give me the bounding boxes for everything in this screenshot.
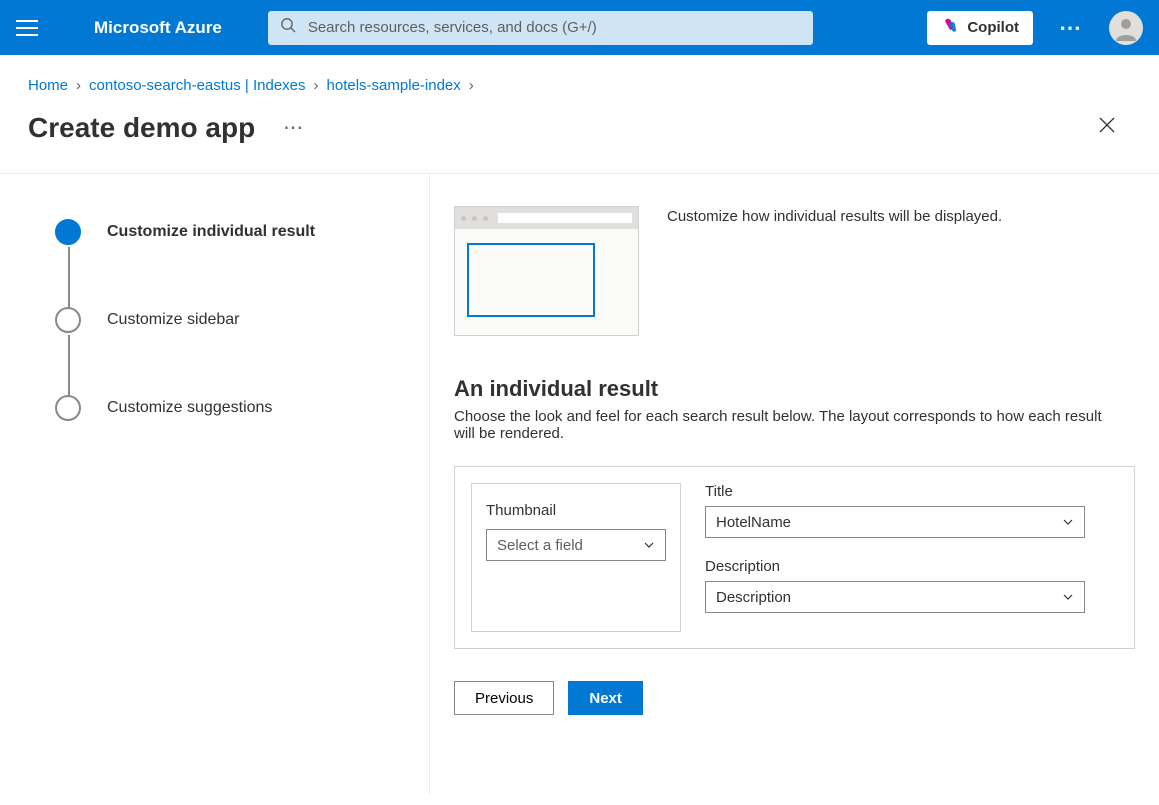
brand-label[interactable]: Microsoft Azure xyxy=(94,18,222,38)
breadcrumb-home[interactable]: Home xyxy=(28,77,68,94)
title-select[interactable]: HotelName xyxy=(705,506,1085,538)
chevron-right-icon: › xyxy=(76,77,81,94)
chevron-right-icon: › xyxy=(469,77,474,94)
top-bar: Microsoft Azure Copilot ⋯ xyxy=(0,0,1159,55)
description-label: Description xyxy=(705,558,1118,575)
main-pane: Customize how individual results will be… xyxy=(430,174,1159,794)
field-configuration-box: Thumbnail Select a field Title HotelName… xyxy=(454,466,1135,649)
step-nav: Customize individual result Customize si… xyxy=(0,174,430,794)
step-label: Customize suggestions xyxy=(107,399,272,417)
step-circle-icon xyxy=(55,307,81,333)
previous-button[interactable]: Previous xyxy=(454,681,554,715)
copilot-label: Copilot xyxy=(967,19,1019,36)
step-circle-icon xyxy=(55,219,81,245)
step-label: Customize sidebar xyxy=(107,311,240,329)
more-icon[interactable]: ⋯ xyxy=(1059,15,1083,41)
page-title: Create demo app xyxy=(28,112,255,144)
thumbnail-column: Thumbnail Select a field xyxy=(471,483,681,632)
chevron-right-icon: › xyxy=(314,77,319,94)
search-box[interactable] xyxy=(268,11,813,45)
breadcrumb-resource[interactable]: contoso-search-eastus | Indexes xyxy=(89,77,306,94)
section-heading: An individual result xyxy=(454,376,1135,402)
avatar[interactable] xyxy=(1109,11,1143,45)
close-icon[interactable] xyxy=(1091,108,1123,147)
chevron-down-icon xyxy=(643,539,655,551)
step-item-individual-result[interactable]: Customize individual result xyxy=(55,219,401,245)
page-more-icon[interactable]: ⋯ xyxy=(283,115,304,140)
search-icon xyxy=(280,17,296,38)
next-button[interactable]: Next xyxy=(568,681,643,715)
chevron-down-icon xyxy=(1062,516,1074,528)
thumbnail-select-value: Select a field xyxy=(497,537,583,554)
breadcrumb-index[interactable]: hotels-sample-index xyxy=(327,77,461,94)
preview-description: Customize how individual results will be… xyxy=(667,206,1002,225)
description-select[interactable]: Description xyxy=(705,581,1085,613)
breadcrumb: Home › contoso-search-eastus | Indexes ›… xyxy=(0,55,1159,102)
description-select-value: Description xyxy=(716,589,791,606)
copilot-icon xyxy=(941,17,959,39)
step-label: Customize individual result xyxy=(107,223,315,241)
copilot-button[interactable]: Copilot xyxy=(927,11,1033,45)
thumbnail-select[interactable]: Select a field xyxy=(486,529,666,561)
person-icon xyxy=(1113,15,1139,41)
section-subtext: Choose the look and feel for each search… xyxy=(454,408,1124,442)
fields-right-column: Title HotelName Description Description xyxy=(705,483,1118,613)
thumbnail-label: Thumbnail xyxy=(486,502,666,519)
chevron-down-icon xyxy=(1062,591,1074,603)
title-select-value: HotelName xyxy=(716,514,791,531)
wizard-footer: Previous Next xyxy=(454,649,1135,715)
title-label: Title xyxy=(705,483,1118,500)
page-header: Create demo app ⋯ xyxy=(0,102,1159,173)
search-input[interactable] xyxy=(306,18,801,37)
step-item-suggestions[interactable]: Customize suggestions xyxy=(55,395,401,421)
step-item-sidebar[interactable]: Customize sidebar xyxy=(55,307,401,333)
step-circle-icon xyxy=(55,395,81,421)
hamburger-icon[interactable] xyxy=(16,20,38,36)
result-preview-illustration xyxy=(454,206,639,336)
